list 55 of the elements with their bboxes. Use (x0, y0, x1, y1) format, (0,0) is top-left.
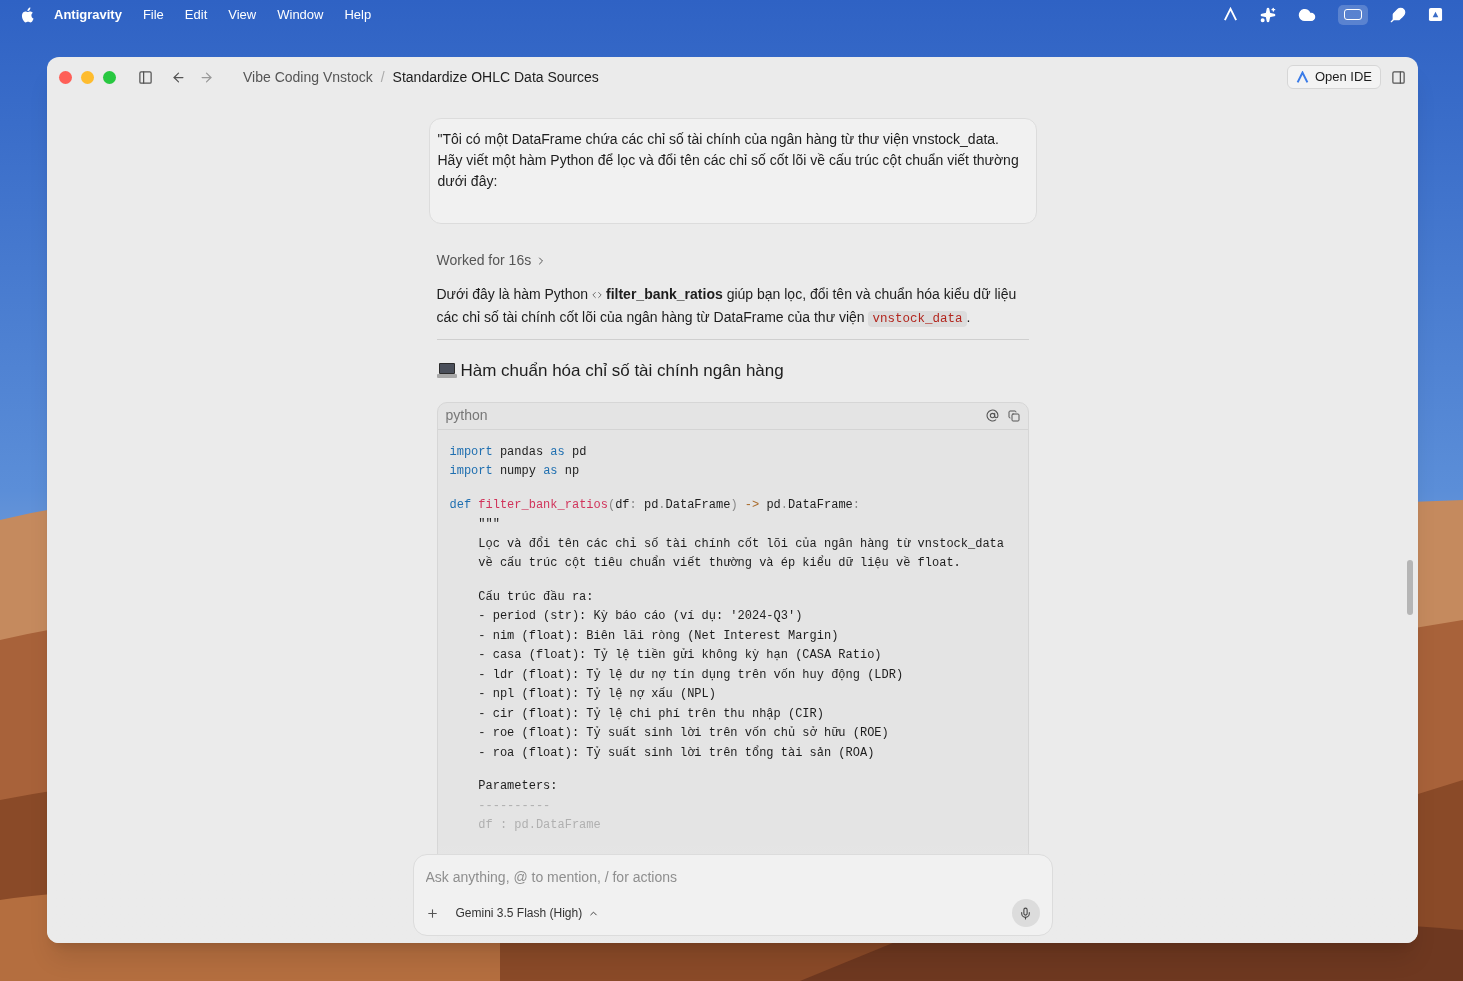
code-line: """ (477, 516, 500, 533)
user-message: "Tôi có một DataFrame chứa các chỉ số tài chính của ngân hàng từ thư viện vnstock_data. Hãy viết một hàm Python để lọc và đổi tên các chỉ số cốt lõi về cấu trúc cột chuẩn viết thường dưới đây: (428, 118, 1037, 224)
model-selector[interactable]: Gemini 3.5 Flash (High) (455, 904, 600, 922)
code-line: - ldr (float): Tỷ lệ dư nợ tín dụng trên vốn huy động (LDR) (477, 666, 904, 684)
code-line: - npl (float): Tỷ lệ nợ xấu (NPL) (477, 686, 716, 703)
feather-icon[interactable] (1390, 6, 1406, 23)
code-line: về cấu trúc cột tiêu chuẩn viết thường và ép kiểu dữ liệu về float. (477, 554, 961, 572)
microphone-icon (1019, 906, 1032, 920)
add-icon[interactable] (425, 906, 439, 920)
code-line: import pandas as pd (449, 443, 587, 461)
close-button[interactable] (59, 70, 72, 84)
a-logo-icon (1295, 70, 1309, 84)
code-line: - casa (float): Tỷ lệ tiền gửi không kỳ hạn (CASA Ratio) (477, 647, 882, 664)
inline-code: vnstock_data (868, 311, 967, 327)
scrollbar-thumb[interactable] (1407, 560, 1413, 615)
drive-icon[interactable] (1428, 7, 1443, 22)
laptop-icon (436, 361, 457, 380)
sparkle-icon[interactable] (1260, 6, 1276, 23)
menu-item[interactable]: Edit (184, 4, 208, 25)
code-line: - period (str): Kỳ báo cáo (ví dụ: '2024-Q3') (477, 608, 803, 625)
a-logo-icon[interactable] (1223, 7, 1238, 22)
code-line: - nim (float): Biên lãi ròng (Net Interest Margin) (477, 627, 839, 645)
microphone-button[interactable] (1011, 899, 1040, 927)
code-line: Lọc và đổi tên các chỉ số tài chính cốt lõi của ngân hàng từ vnstock_data (477, 535, 1004, 553)
code-line: - roa (float): Tỷ suất sinh lời trên tổng tài sản (ROA) (477, 744, 875, 762)
menu-item[interactable]: Help (344, 4, 372, 25)
code-line: ---------- (477, 797, 551, 815)
mention-icon[interactable] (985, 409, 999, 422)
back-icon[interactable] (171, 69, 186, 85)
symbol-link[interactable]: filter_bank_ratios (592, 286, 723, 302)
answer-text: Dưới đây là hàm Python filter_bank_ratios giúp bạn lọc, đổi tên và chuẩn hóa kiểu dữ liệu các chỉ số tài chính cốt lõi của ngân hàng từ DataFrame của thư viện vnstock_data . (436, 285, 1018, 329)
code-line: import numpy as np (449, 463, 580, 480)
code-icon (592, 290, 602, 301)
copy-icon[interactable] (1007, 409, 1020, 422)
code-line: - roe (float): Tỷ suất sinh lời trên vốn chủ sở hữu (ROE) (477, 725, 889, 742)
code-line: def filter_bank_ratios(df: pd.DataFrame) -> pd.DataFrame: (449, 496, 860, 514)
menu-item[interactable]: Window (277, 4, 324, 25)
app-name[interactable]: Antigravity (54, 4, 122, 25)
code-language: python (445, 406, 488, 425)
message-input[interactable]: Ask anything, @ to mention, / for actions (425, 867, 1040, 888)
open-ide-button[interactable]: Open IDE (1286, 65, 1381, 89)
section-heading: Hàm chuẩn hóa chỉ số tài chính ngân hàng (460, 360, 784, 382)
text-input-icon[interactable] (1338, 4, 1368, 25)
sidebar-toggle-icon[interactable] (138, 69, 153, 85)
panel-toggle-icon[interactable] (1391, 69, 1406, 85)
apple-logo-icon[interactable] (20, 6, 34, 23)
code-line: - cir (float): Tỷ lệ chi phí trên thu nhập (CIR) (477, 705, 824, 723)
menu-item[interactable]: View (228, 4, 257, 25)
menu-item[interactable]: File (142, 4, 164, 25)
worked-for-toggle[interactable]: Worked for 16s (436, 250, 548, 271)
breadcrumb-current: Standardize OHLC Data Sources (392, 67, 599, 87)
code-line: Cấu trúc đầu ra: (477, 588, 594, 606)
breadcrumb-link[interactable]: Vibe Coding Vnstock (243, 66, 373, 88)
code-line: Parameters: (477, 778, 558, 795)
breadcrumb-separator: / (380, 67, 385, 87)
